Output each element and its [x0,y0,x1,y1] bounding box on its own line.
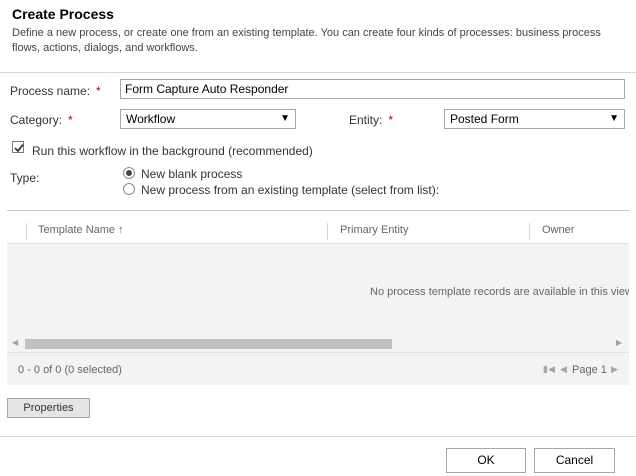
dropdown-arrow-icon: ▼ [280,113,290,124]
dialog-description: Define a new process, or create one from… [12,27,601,54]
radio-from-template-label: New process from an existing template (s… [141,183,440,197]
background-label: Run this workflow in the background (rec… [32,144,313,158]
first-page-icon[interactable]: ▮◀ [543,364,555,375]
grid-footer: 0 - 0 of 0 (0 selected) ▮◀ ◀ Page 1 ▶ [7,352,629,385]
scroll-left-icon[interactable]: ◀ [12,338,18,347]
radio-from-template[interactable] [123,183,135,195]
category-dropdown[interactable]: Workflow ▼ [120,109,296,129]
dialog-title: Create Process [12,6,114,22]
ok-button[interactable]: OK [446,448,526,473]
footer-divider [0,436,636,437]
page-label: Page 1 [572,364,607,376]
grid-divider [7,210,629,211]
dropdown-arrow-icon: ▼ [609,113,619,124]
column-owner[interactable]: Owner [542,224,574,236]
entity-label: Entity: * [349,113,394,127]
grid-body: No process template records are availabl… [7,244,629,336]
process-name-label: Process name: * [10,84,101,98]
radio-new-blank-process[interactable] [123,167,135,179]
required-marker: * [96,84,101,98]
radio-new-blank-process-label: New blank process [141,167,243,181]
scrollbar-thumb[interactable] [25,339,392,349]
grid-header: Template Name ↑ Primary Entity Owner [7,220,629,244]
entity-value: Posted Form [450,112,519,126]
horizontal-scrollbar[interactable]: ◀ ▶ [7,336,629,352]
entity-dropdown[interactable]: Posted Form ▼ [444,109,625,129]
next-page-icon[interactable]: ▶ [611,364,618,375]
category-label: Category: * [10,113,73,127]
properties-button[interactable]: Properties [7,398,90,418]
cancel-button[interactable]: Cancel [534,448,615,473]
background-checkbox[interactable] [12,141,24,153]
category-value: Workflow [126,112,176,126]
process-name-input[interactable] [120,79,625,99]
column-template-name[interactable]: Template Name ↑ [38,224,124,236]
type-label: Type: [10,171,40,185]
grid-empty-message: No process template records are availabl… [370,286,629,298]
column-separator [26,223,27,240]
required-marker: * [68,113,73,127]
dialog-header: Create Process Define a new process, or … [0,0,636,73]
column-separator [327,223,328,240]
column-separator [529,223,530,240]
previous-page-icon[interactable]: ◀ [560,364,567,375]
scroll-right-icon[interactable]: ▶ [616,338,622,347]
required-marker: * [388,113,394,127]
checkmark-icon [14,143,24,153]
record-count: 0 - 0 of 0 (0 selected) [18,364,122,376]
column-primary-entity[interactable]: Primary Entity [340,224,408,236]
